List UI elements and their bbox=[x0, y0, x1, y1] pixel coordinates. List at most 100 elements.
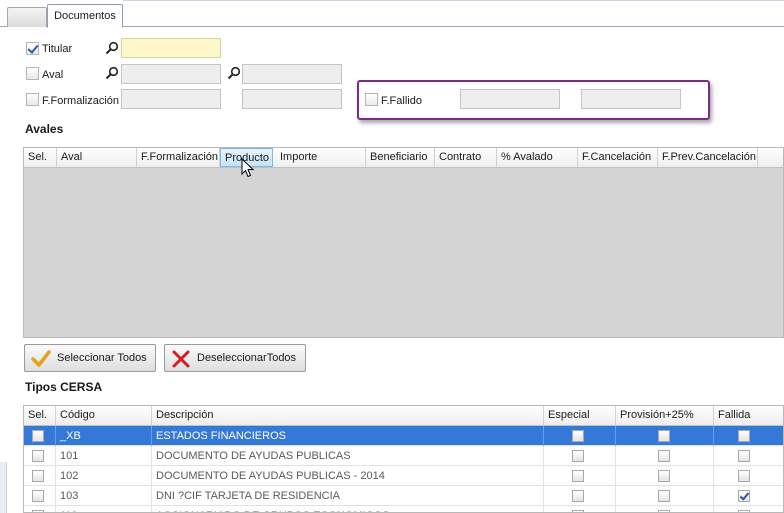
row-select-checkbox[interactable] bbox=[32, 490, 44, 502]
cell-fallida bbox=[714, 466, 783, 486]
row-select-checkbox[interactable] bbox=[32, 470, 44, 482]
cell-sel bbox=[24, 486, 56, 506]
col-f-formalizacion[interactable]: F.Formalización bbox=[137, 148, 220, 167]
col-importe[interactable]: Importe bbox=[276, 148, 366, 167]
table-row[interactable]: _XB ESTADOS FINANCIEROS bbox=[24, 426, 783, 446]
cell-descripcion: DNI ?CIF TARJETA DE RESIDENCIA bbox=[152, 486, 544, 506]
fallida-checkbox[interactable] bbox=[738, 490, 750, 502]
provision-checkbox[interactable] bbox=[658, 470, 670, 482]
cell-codigo: _XB bbox=[56, 426, 152, 446]
cersa-title: Tipos CERSA bbox=[25, 380, 103, 394]
col-sel[interactable]: Sel. bbox=[24, 148, 57, 167]
cell-sel bbox=[24, 506, 56, 512]
cell-descripcion: ESTADOS FINANCIEROS bbox=[152, 426, 544, 446]
provision-checkbox[interactable] bbox=[658, 490, 670, 502]
titular-checkbox[interactable] bbox=[26, 42, 39, 55]
provision-checkbox[interactable] bbox=[658, 450, 670, 462]
cell-fallida bbox=[714, 506, 783, 512]
cell-descripcion: ACCIONARIADO DE GRUPOS ECONOMICOS bbox=[152, 506, 544, 512]
cell-sel bbox=[24, 466, 56, 486]
cell-descripcion: DOCUMENTO DE AYUDAS PUBLICAS - 2014 bbox=[152, 466, 544, 486]
titular-label: Titular bbox=[42, 43, 73, 55]
col-f-prev-cancelacion[interactable]: F.Prev.Cancelación bbox=[658, 148, 758, 167]
cell-codigo: 101 bbox=[56, 446, 152, 466]
tab-strip-accent bbox=[123, 0, 784, 1]
left-edge-panel bbox=[0, 462, 7, 513]
col-descripcion[interactable]: Descripción bbox=[152, 406, 544, 425]
col-fallida[interactable]: Fallida bbox=[714, 406, 783, 425]
checkmark-icon bbox=[31, 350, 51, 367]
select-all-label: Seleccionar Todos bbox=[57, 352, 147, 364]
f-fallido-field-to[interactable] bbox=[581, 89, 681, 109]
table-row[interactable]: 101 DOCUMENTO DE AYUDAS PUBLICAS bbox=[24, 446, 783, 466]
search-icon[interactable] bbox=[105, 41, 119, 55]
provision-checkbox[interactable] bbox=[658, 430, 670, 442]
cell-codigo: 110 bbox=[56, 506, 152, 512]
fallida-checkbox[interactable] bbox=[738, 430, 750, 442]
cell-provision bbox=[616, 506, 714, 512]
fallida-checkbox[interactable] bbox=[738, 450, 750, 462]
cell-especial bbox=[544, 426, 616, 446]
tab-documentos[interactable]: Documentos bbox=[47, 4, 123, 28]
cell-sel bbox=[24, 426, 56, 446]
cell-fallida bbox=[714, 426, 783, 446]
tab-strip: Documentos bbox=[0, 0, 784, 28]
aval-field-to[interactable] bbox=[242, 64, 342, 84]
especial-checkbox[interactable] bbox=[572, 470, 584, 482]
f-fallido-field-from[interactable] bbox=[460, 89, 560, 109]
cell-especial bbox=[544, 506, 616, 512]
col-beneficiario[interactable]: Beneficiario bbox=[366, 148, 435, 167]
avales-grid-header: Sel. Aval F.Formalización Producto Impor… bbox=[24, 148, 783, 168]
cell-codigo: 103 bbox=[56, 486, 152, 506]
cell-fallida bbox=[714, 446, 783, 466]
avales-title: Avales bbox=[25, 122, 64, 136]
especial-checkbox[interactable] bbox=[572, 490, 584, 502]
table-row[interactable]: 110ACCIONARIADO DE GRUPOS ECONOMICOS bbox=[24, 506, 783, 512]
col-provision[interactable]: Provisión+25% bbox=[616, 406, 714, 425]
cell-especial bbox=[544, 446, 616, 466]
f-formalizacion-field-from[interactable] bbox=[121, 89, 221, 109]
mouse-cursor-icon bbox=[241, 158, 255, 178]
col-aval[interactable]: Aval bbox=[57, 148, 137, 167]
table-row[interactable]: 102 DOCUMENTO DE AYUDAS PUBLICAS - 2014 bbox=[24, 466, 783, 486]
cell-descripcion: DOCUMENTO DE AYUDAS PUBLICAS bbox=[152, 446, 544, 466]
cell-codigo: 102 bbox=[56, 466, 152, 486]
cell-provision bbox=[616, 426, 714, 446]
cell-especial bbox=[544, 466, 616, 486]
f-formalizacion-field-to[interactable] bbox=[242, 89, 342, 109]
col-sel[interactable]: Sel. bbox=[24, 406, 56, 425]
col-contrato[interactable]: Contrato bbox=[435, 148, 497, 167]
avales-grid[interactable]: Sel. Aval F.Formalización Producto Impor… bbox=[23, 147, 784, 338]
f-fallido-label: F.Fallido bbox=[381, 95, 422, 107]
especial-checkbox[interactable] bbox=[572, 430, 584, 442]
col-especial[interactable]: Especial bbox=[544, 406, 616, 425]
cross-icon bbox=[172, 350, 190, 368]
aval-checkbox[interactable] bbox=[26, 67, 39, 80]
cersa-grid-header: Sel. Código Descripción Especial Provisi… bbox=[24, 406, 783, 426]
deselect-all-label: DeseleccionarTodos bbox=[197, 352, 297, 364]
aval-label: Aval bbox=[42, 69, 64, 81]
deselect-all-button[interactable]: DeseleccionarTodos bbox=[164, 344, 306, 372]
search-icon[interactable] bbox=[227, 66, 241, 80]
col-f-cancelacion[interactable]: F.Cancelación bbox=[578, 148, 658, 167]
cersa-grid[interactable]: Sel. Código Descripción Especial Provisi… bbox=[23, 405, 784, 513]
col-avalado[interactable]: % Avalado bbox=[497, 148, 578, 167]
cell-provision bbox=[616, 486, 714, 506]
cell-provision bbox=[616, 466, 714, 486]
select-all-button[interactable]: Seleccionar Todos bbox=[24, 344, 156, 372]
titular-field[interactable] bbox=[121, 38, 221, 58]
row-select-checkbox[interactable] bbox=[32, 430, 44, 442]
cell-provision bbox=[616, 446, 714, 466]
col-codigo[interactable]: Código bbox=[56, 406, 152, 425]
aval-field-from[interactable] bbox=[121, 64, 221, 84]
cell-sel bbox=[24, 446, 56, 466]
especial-checkbox[interactable] bbox=[572, 450, 584, 462]
row-select-checkbox[interactable] bbox=[32, 450, 44, 462]
cell-fallida bbox=[714, 486, 783, 506]
fallida-checkbox[interactable] bbox=[738, 470, 750, 482]
tab-blank[interactable] bbox=[7, 7, 47, 27]
table-row[interactable]: 103 DNI ?CIF TARJETA DE RESIDENCIA bbox=[24, 486, 783, 506]
f-formalizacion-checkbox[interactable] bbox=[26, 93, 39, 106]
search-icon[interactable] bbox=[105, 66, 119, 80]
f-fallido-checkbox[interactable] bbox=[365, 93, 378, 106]
